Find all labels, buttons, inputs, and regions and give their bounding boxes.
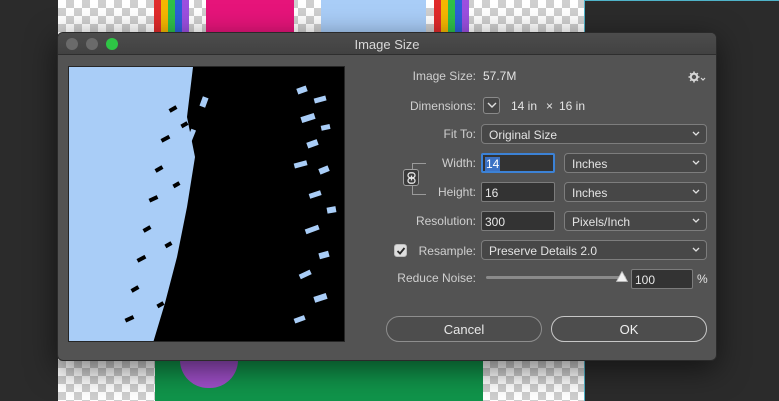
image-size-dialog: Image Size Image Size: 57.7M Dimensions:… — [57, 32, 717, 361]
canvas-artwork-blue-tile — [321, 0, 426, 34]
resolution-unit-value: Pixels/Inch — [572, 215, 631, 229]
dimensions-width-value: 14 in — [511, 99, 538, 113]
height-unit-value: Inches — [572, 186, 608, 200]
height-value: 16 — [485, 186, 499, 200]
reduce-noise-unit: % — [697, 272, 708, 286]
height-unit-select[interactable]: Inches — [564, 182, 707, 202]
resample-method-value: Preserve Details 2.0 — [489, 244, 598, 258]
cancel-button[interactable]: Cancel — [386, 316, 542, 342]
reduce-noise-slider[interactable] — [486, 276, 626, 279]
dimensions-height-value: 16 in — [559, 99, 586, 113]
fit-to-value: Original Size — [489, 128, 558, 142]
fit-to-select[interactable]: Original Size — [481, 124, 707, 144]
resolution-unit-select[interactable]: Pixels/Inch — [564, 211, 707, 231]
resolution-input[interactable]: 300 — [481, 211, 555, 231]
resolution-value: 300 — [485, 215, 506, 229]
reduce-noise-label: Reduce Noise: — [397, 271, 476, 285]
gear-icon[interactable] — [688, 70, 706, 84]
resample-checkbox[interactable] — [394, 244, 407, 257]
width-value: 14 — [485, 157, 501, 171]
resample-label[interactable]: Resample: — [410, 244, 476, 258]
resolution-label: Resolution: — [415, 214, 476, 228]
link-icon — [407, 172, 416, 184]
chevron-down-icon — [692, 247, 700, 252]
canvas-artwork-rainbow-right — [434, 0, 469, 34]
dimensions-separator: × — [546, 99, 554, 113]
reduce-noise-input[interactable]: 100 — [631, 269, 693, 289]
canvas-guide-horizontal — [584, 0, 779, 1]
preview-artwork — [124, 67, 344, 341]
image-preview[interactable] — [68, 66, 345, 342]
dimensions-label: Dimensions: — [409, 99, 476, 113]
dialog-title: Image Size — [354, 37, 420, 52]
chevron-down-icon — [487, 102, 497, 108]
height-input[interactable]: 16 — [481, 182, 555, 202]
width-label: Width: — [441, 156, 476, 170]
chevron-down-icon — [692, 131, 700, 136]
constrain-proportions-toggle[interactable] — [403, 169, 419, 186]
reduce-noise-slider-thumb[interactable] — [615, 270, 629, 282]
checkmark-icon — [396, 247, 406, 255]
dialog-titlebar: Image Size — [58, 33, 716, 55]
fit-to-label: Fit To: — [443, 127, 476, 141]
chevron-down-icon — [692, 218, 700, 223]
width-input[interactable]: 14 — [481, 153, 555, 173]
ok-button[interactable]: OK — [551, 316, 707, 342]
dimensions-units-menu[interactable] — [483, 97, 500, 114]
resample-method-select[interactable]: Preserve Details 2.0 — [481, 240, 707, 260]
chevron-down-icon — [692, 160, 700, 165]
canvas-artwork-magenta-tile — [206, 0, 294, 34]
chevron-down-icon — [692, 189, 700, 194]
width-unit-select[interactable]: Inches — [564, 153, 707, 173]
image-size-value: 57.7M — [483, 69, 517, 83]
width-unit-value: Inches — [572, 157, 608, 171]
image-size-label: Image Size: — [412, 69, 476, 83]
height-label: Height: — [437, 185, 476, 199]
canvas-artwork-rainbow-left — [154, 0, 189, 34]
reduce-noise-value: 100 — [635, 273, 656, 287]
